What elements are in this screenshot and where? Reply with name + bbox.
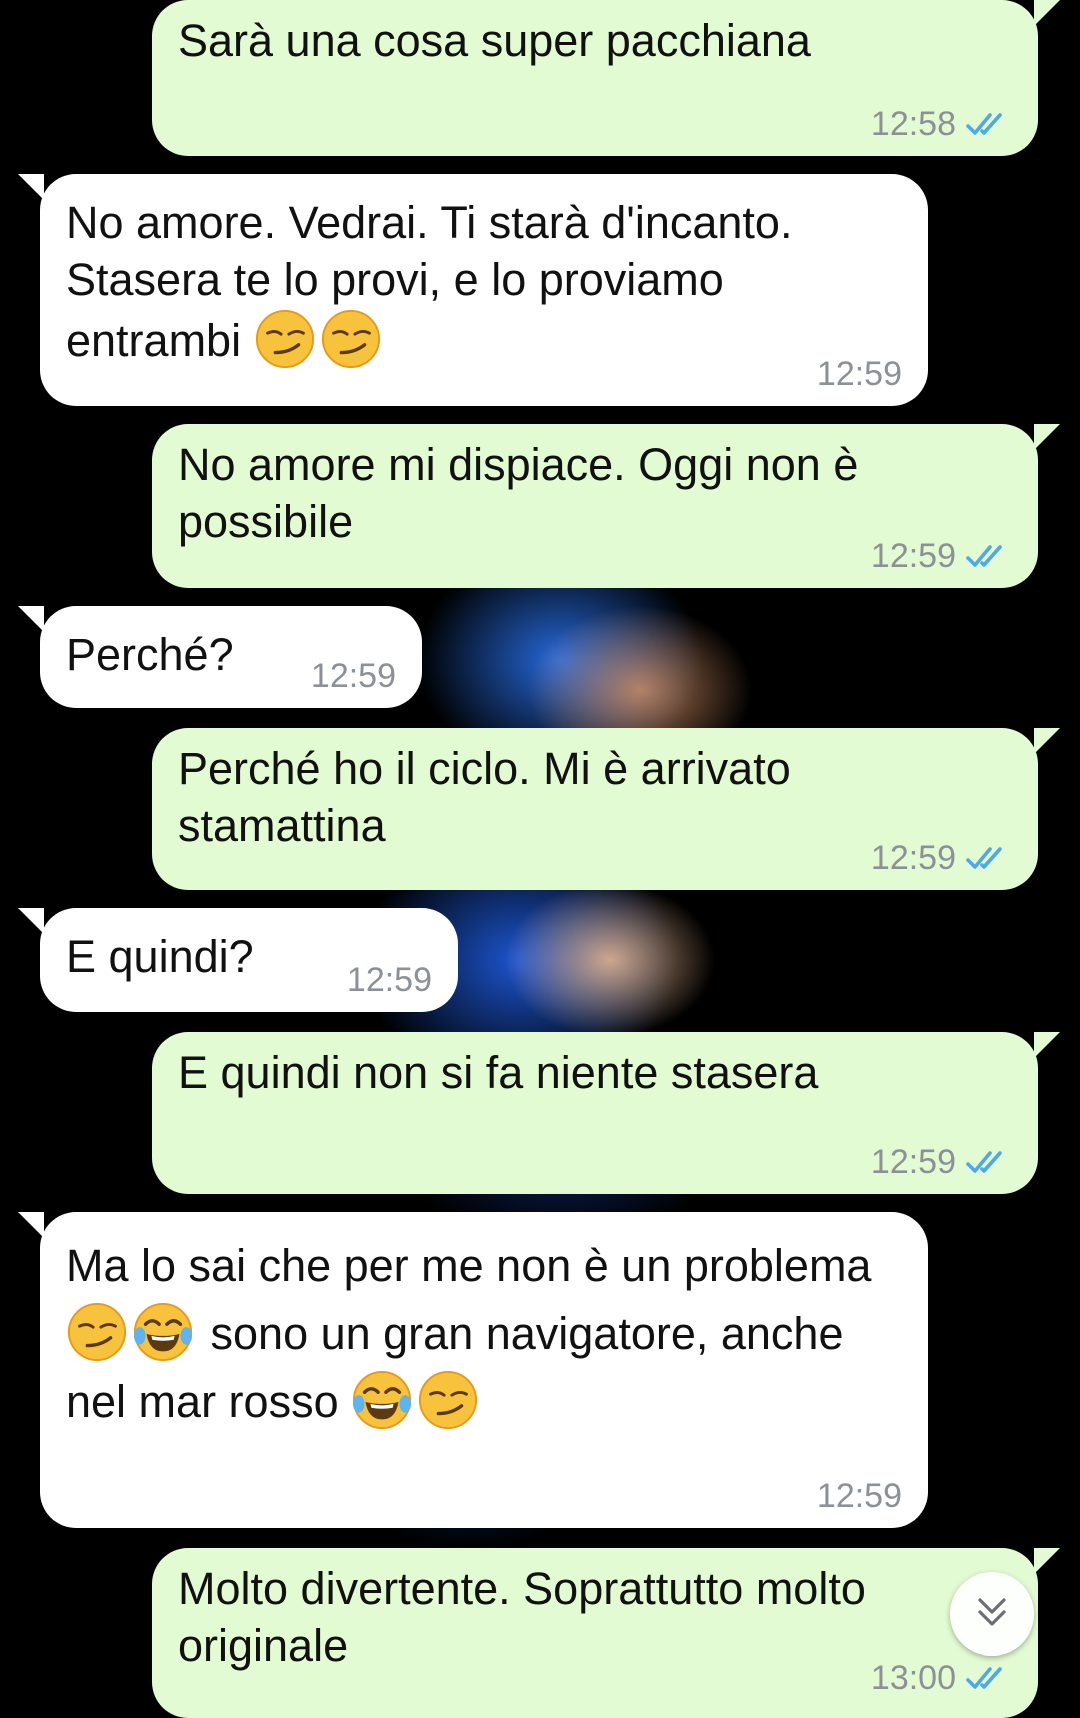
message-meta: 12:59 xyxy=(871,838,1012,878)
message-time: 12:58 xyxy=(870,105,956,143)
message-time: 12:59 xyxy=(870,839,956,877)
message-meta: 13:00 xyxy=(871,1658,1012,1698)
message-text: No amore. Vedrai. Ti starà d'incanto. St… xyxy=(66,197,793,366)
smirking-face-icon xyxy=(254,308,316,370)
message-time: 12:59 xyxy=(870,1143,956,1181)
message-time: 12:59 xyxy=(870,537,956,575)
read-ticks-icon xyxy=(966,845,1012,871)
message-meta: 12:59 xyxy=(311,656,396,696)
message-outgoing[interactable]: No amore mi dispiace. Oggi non è possibi… xyxy=(152,424,1060,588)
smirking-face-icon xyxy=(66,1301,128,1363)
message-time: 12:59 xyxy=(816,355,902,393)
message-time: 12:59 xyxy=(816,1477,902,1515)
message-incoming[interactable]: E quindi? 12:59 xyxy=(18,908,458,1012)
message-meta: 12:59 xyxy=(871,1142,1012,1182)
smirking-face-icon xyxy=(320,308,382,370)
message-time: 12:59 xyxy=(346,961,432,999)
message-incoming[interactable]: No amore. Vedrai. Ti starà d'incanto. St… xyxy=(18,174,928,406)
message-meta: 12:58 xyxy=(871,104,1012,144)
read-ticks-icon xyxy=(966,111,1012,137)
message-meta: 12:59 xyxy=(817,1476,902,1516)
face-with-tears-of-joy-icon xyxy=(132,1301,194,1363)
message-text: Perché ho il ciclo. Mi è arrivato stamat… xyxy=(178,743,791,851)
read-ticks-icon xyxy=(966,1665,1012,1691)
read-ticks-icon xyxy=(966,543,1012,569)
read-ticks-icon xyxy=(966,1149,1012,1175)
message-meta: 12:59 xyxy=(817,354,902,394)
message-text: E quindi non si fa niente stasera xyxy=(178,1047,819,1098)
message-outgoing[interactable]: Perché ho il ciclo. Mi è arrivato stamat… xyxy=(152,728,1060,890)
message-outgoing[interactable]: Sarà una cosa super pacchiana 12:58 xyxy=(152,0,1060,156)
message-outgoing[interactable]: E quindi non si fa niente stasera 12:59 xyxy=(152,1032,1060,1194)
message-meta: 12:59 xyxy=(347,960,432,1000)
message-time: 13:00 xyxy=(870,1659,956,1697)
message-text: No amore mi dispiace. Oggi non è possibi… xyxy=(178,439,859,547)
message-text: Sarà una cosa super pacchiana xyxy=(178,15,811,66)
message-incoming[interactable]: Ma lo sai che per me non è un problema s… xyxy=(18,1212,928,1528)
message-outgoing[interactable]: Molto divertente. Soprattutto molto orig… xyxy=(152,1548,1060,1718)
face-with-tears-of-joy-icon xyxy=(351,1369,413,1431)
message-incoming[interactable]: Perché? 12:59 xyxy=(18,606,422,708)
scroll-to-bottom-button[interactable] xyxy=(950,1572,1034,1656)
message-time: 12:59 xyxy=(310,657,396,695)
message-text: Ma lo sai che per me non è un problema xyxy=(66,1240,872,1291)
message-text: Molto divertente. Soprattutto molto orig… xyxy=(178,1563,866,1671)
smirking-face-icon xyxy=(417,1369,479,1431)
double-chevron-down-icon xyxy=(972,1592,1012,1637)
message-meta: 12:59 xyxy=(871,536,1012,576)
